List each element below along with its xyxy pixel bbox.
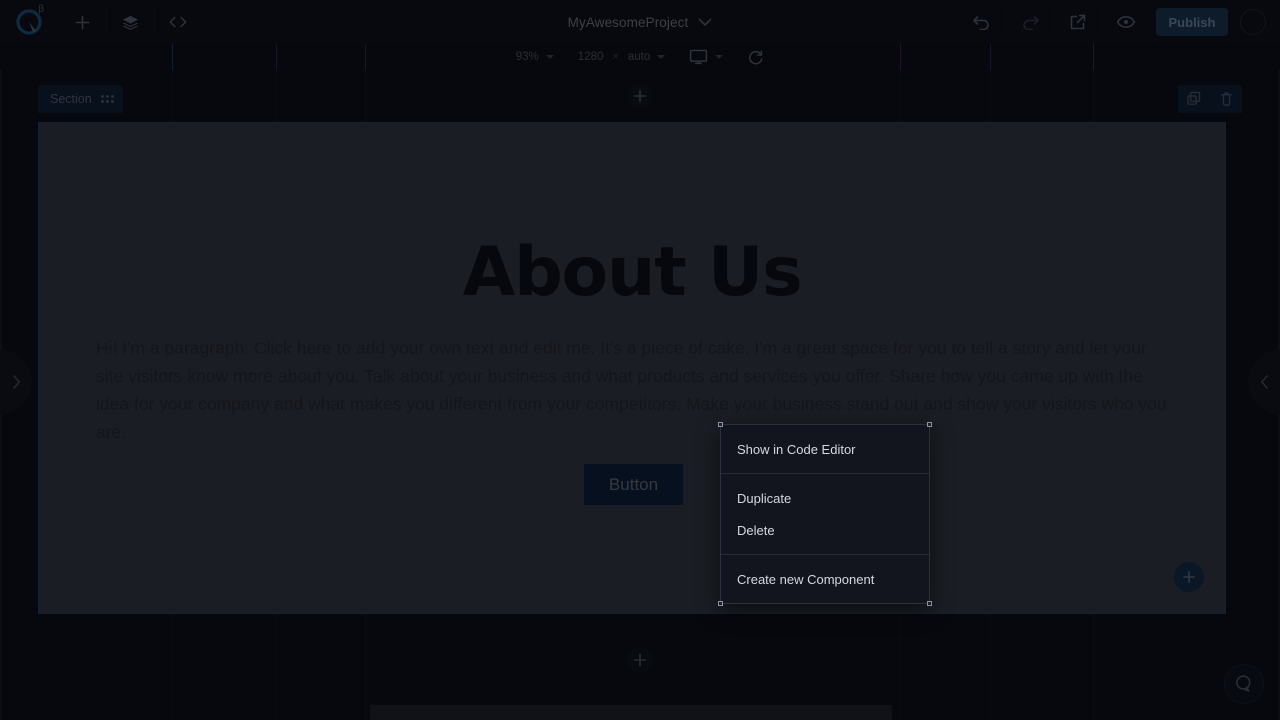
next-section-preview[interactable] [370,705,892,720]
zoom-value: 93% [515,51,539,63]
selection-handle[interactable] [718,601,723,606]
context-menu-group: Create new Component [721,554,929,603]
help-chat-button[interactable] [1224,664,1264,704]
app-root: β MyAwesomeProject Publish 93% 1280 × au… [0,0,1280,720]
trash-icon[interactable] [1219,91,1234,107]
chevron-right-icon [12,375,20,389]
chevron-down-icon [545,55,554,59]
chevron-left-icon [1260,375,1268,389]
add-section-top-button[interactable] [627,83,653,109]
chat-bubble-icon [1236,675,1251,692]
page-paragraph[interactable]: Hi! I'm a paragraph. Click here to add y… [96,334,1171,446]
duplicate-icon[interactable] [1186,91,1202,107]
chevron-down-icon [715,55,724,59]
undo-icon [973,16,989,30]
chevron-down-icon [657,55,666,59]
undo-button[interactable] [958,0,1006,44]
size-separator: × [612,51,619,63]
redo-button[interactable] [1006,0,1054,44]
section-label-badge[interactable]: Section [38,85,123,113]
layers-icon [122,15,138,30]
selection-handle[interactable] [927,422,932,427]
plus-icon [1183,571,1195,583]
publish-button[interactable]: Publish [1156,8,1228,36]
eye-icon [1116,16,1136,28]
menu-item-duplicate[interactable]: Duplicate [721,482,929,514]
avatar[interactable] [1240,9,1266,35]
refresh-button[interactable] [735,49,776,66]
context-menu-group: Show in Code Editor [721,425,929,473]
left-panel-toggle[interactable] [0,350,32,414]
section-tools-group [1178,85,1242,113]
selection-handle[interactable] [927,601,932,606]
viewport-size-group[interactable]: 1280 × auto [566,51,677,63]
plus-icon [633,89,647,103]
app-logo[interactable]: β [0,0,58,44]
desktop-monitor-icon [690,49,708,65]
page-heading[interactable]: About Us [39,236,1225,310]
code-editor-button[interactable] [154,0,202,44]
add-element-button[interactable] [58,0,106,44]
context-menu-group: Duplicate Delete [721,473,929,554]
context-menu: Show in Code Editor Duplicate Delete Cre… [718,422,932,606]
top-toolbar: β MyAwesomeProject Publish [0,0,1280,44]
add-section-bottom-button[interactable] [627,647,653,673]
plus-icon [633,653,647,667]
selection-handle[interactable] [718,422,723,427]
zoom-select[interactable]: 93% [504,51,566,63]
right-panel-toggle[interactable] [1248,350,1280,414]
menu-item-show-in-code-editor[interactable]: Show in Code Editor [721,433,929,465]
project-title[interactable]: MyAwesomeProject [568,15,689,30]
beta-badge: β [38,4,45,15]
code-icon [169,16,187,28]
plus-icon [75,15,89,29]
menu-item-create-new-component[interactable]: Create new Component [721,563,929,595]
canvas-section[interactable]: About Us Hi! I'm a paragraph. Click here… [38,122,1226,614]
device-select[interactable] [677,49,735,65]
toolbar-left-group: β [0,0,202,44]
page-cta-button[interactable]: Button [584,464,683,505]
drag-handle-icon[interactable] [100,95,114,103]
section-label-text: Section [50,92,92,106]
external-link-icon [1070,14,1086,30]
add-element-fab[interactable] [1174,562,1204,592]
redo-icon [1023,16,1039,30]
chevron-down-icon[interactable] [698,18,712,27]
viewport-toolbar: 93% 1280 × auto [0,44,1280,70]
refresh-icon [749,49,763,64]
menu-item-delete[interactable]: Delete [721,514,929,546]
viewport-width-value: 1280 [577,51,604,63]
viewport-height-value: auto [627,51,651,63]
toolbar-right-group: Publish [958,0,1280,44]
layers-button[interactable] [106,0,154,44]
section-content: About Us Hi! I'm a paragraph. Click here… [39,123,1225,613]
open-external-button[interactable] [1054,0,1102,44]
preview-button[interactable] [1102,0,1150,44]
